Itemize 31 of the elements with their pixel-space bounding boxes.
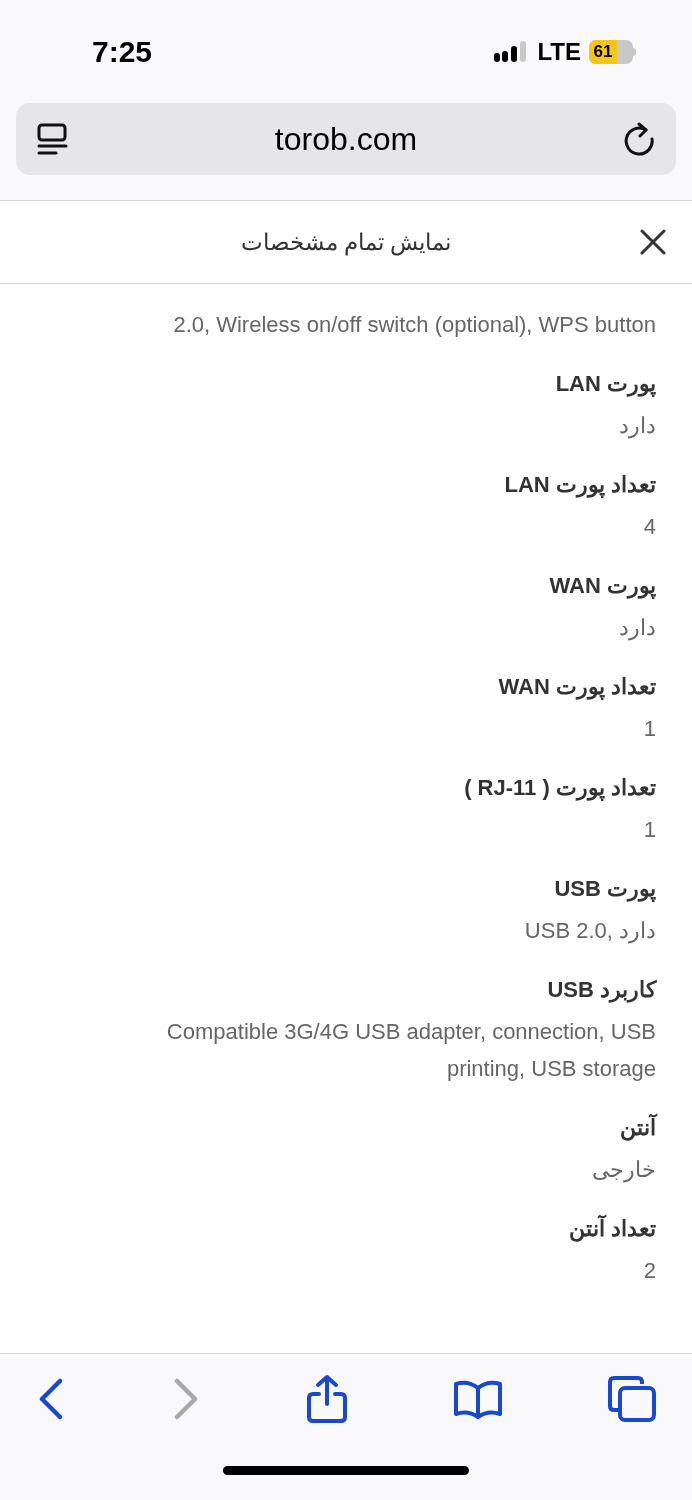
spec-label: تعداد پورت WAN: [497, 673, 656, 702]
spec-value: Compatible 3G/4G USB adapter, connection, USB printing, USB storage: [165, 1018, 656, 1083]
spec-value: USB 2.0, دارد: [523, 917, 656, 946]
status-time: 7:25: [92, 34, 153, 70]
spec-label: تعداد پورت LAN: [503, 471, 656, 500]
spec-label: کاربرد USB: [546, 976, 656, 1005]
network-label: LTE: [537, 36, 581, 67]
spec-label: پورت WAN: [548, 572, 656, 601]
spec-label: آنتن: [619, 1113, 656, 1143]
sheet-title: نمایش تمام مشخصات: [240, 227, 452, 258]
spec-value: خارجی: [591, 1156, 656, 1185]
close-icon[interactable]: [640, 229, 666, 255]
spec-value: 2.0, Wireless on/off switch (optional), WPS button: [172, 311, 656, 339]
reload-icon[interactable]: [622, 122, 656, 156]
spec-label: تعداد آنتن: [567, 1214, 656, 1244]
spec-label: پورت USB: [553, 875, 656, 904]
share-icon[interactable]: [306, 1374, 348, 1424]
spec-label: پورت LAN: [554, 370, 656, 399]
spec-value: 1: [642, 715, 656, 743]
spec-value: 4: [642, 513, 656, 541]
spec-value: 1: [642, 816, 656, 844]
spec-value: 2: [642, 1257, 656, 1285]
url-text[interactable]: torob.com: [274, 115, 418, 163]
bookmarks-icon[interactable]: [453, 1378, 503, 1420]
spec-value: دارد: [618, 614, 656, 643]
spec-label: تعداد پورت ( RJ-11 ): [463, 774, 656, 803]
reader-icon[interactable]: [36, 122, 70, 156]
battery-level: 61: [593, 40, 613, 63]
spec-value: دارد: [618, 412, 656, 441]
tabs-icon[interactable]: [608, 1376, 656, 1422]
address-bar[interactable]: torob.com: [16, 103, 676, 175]
